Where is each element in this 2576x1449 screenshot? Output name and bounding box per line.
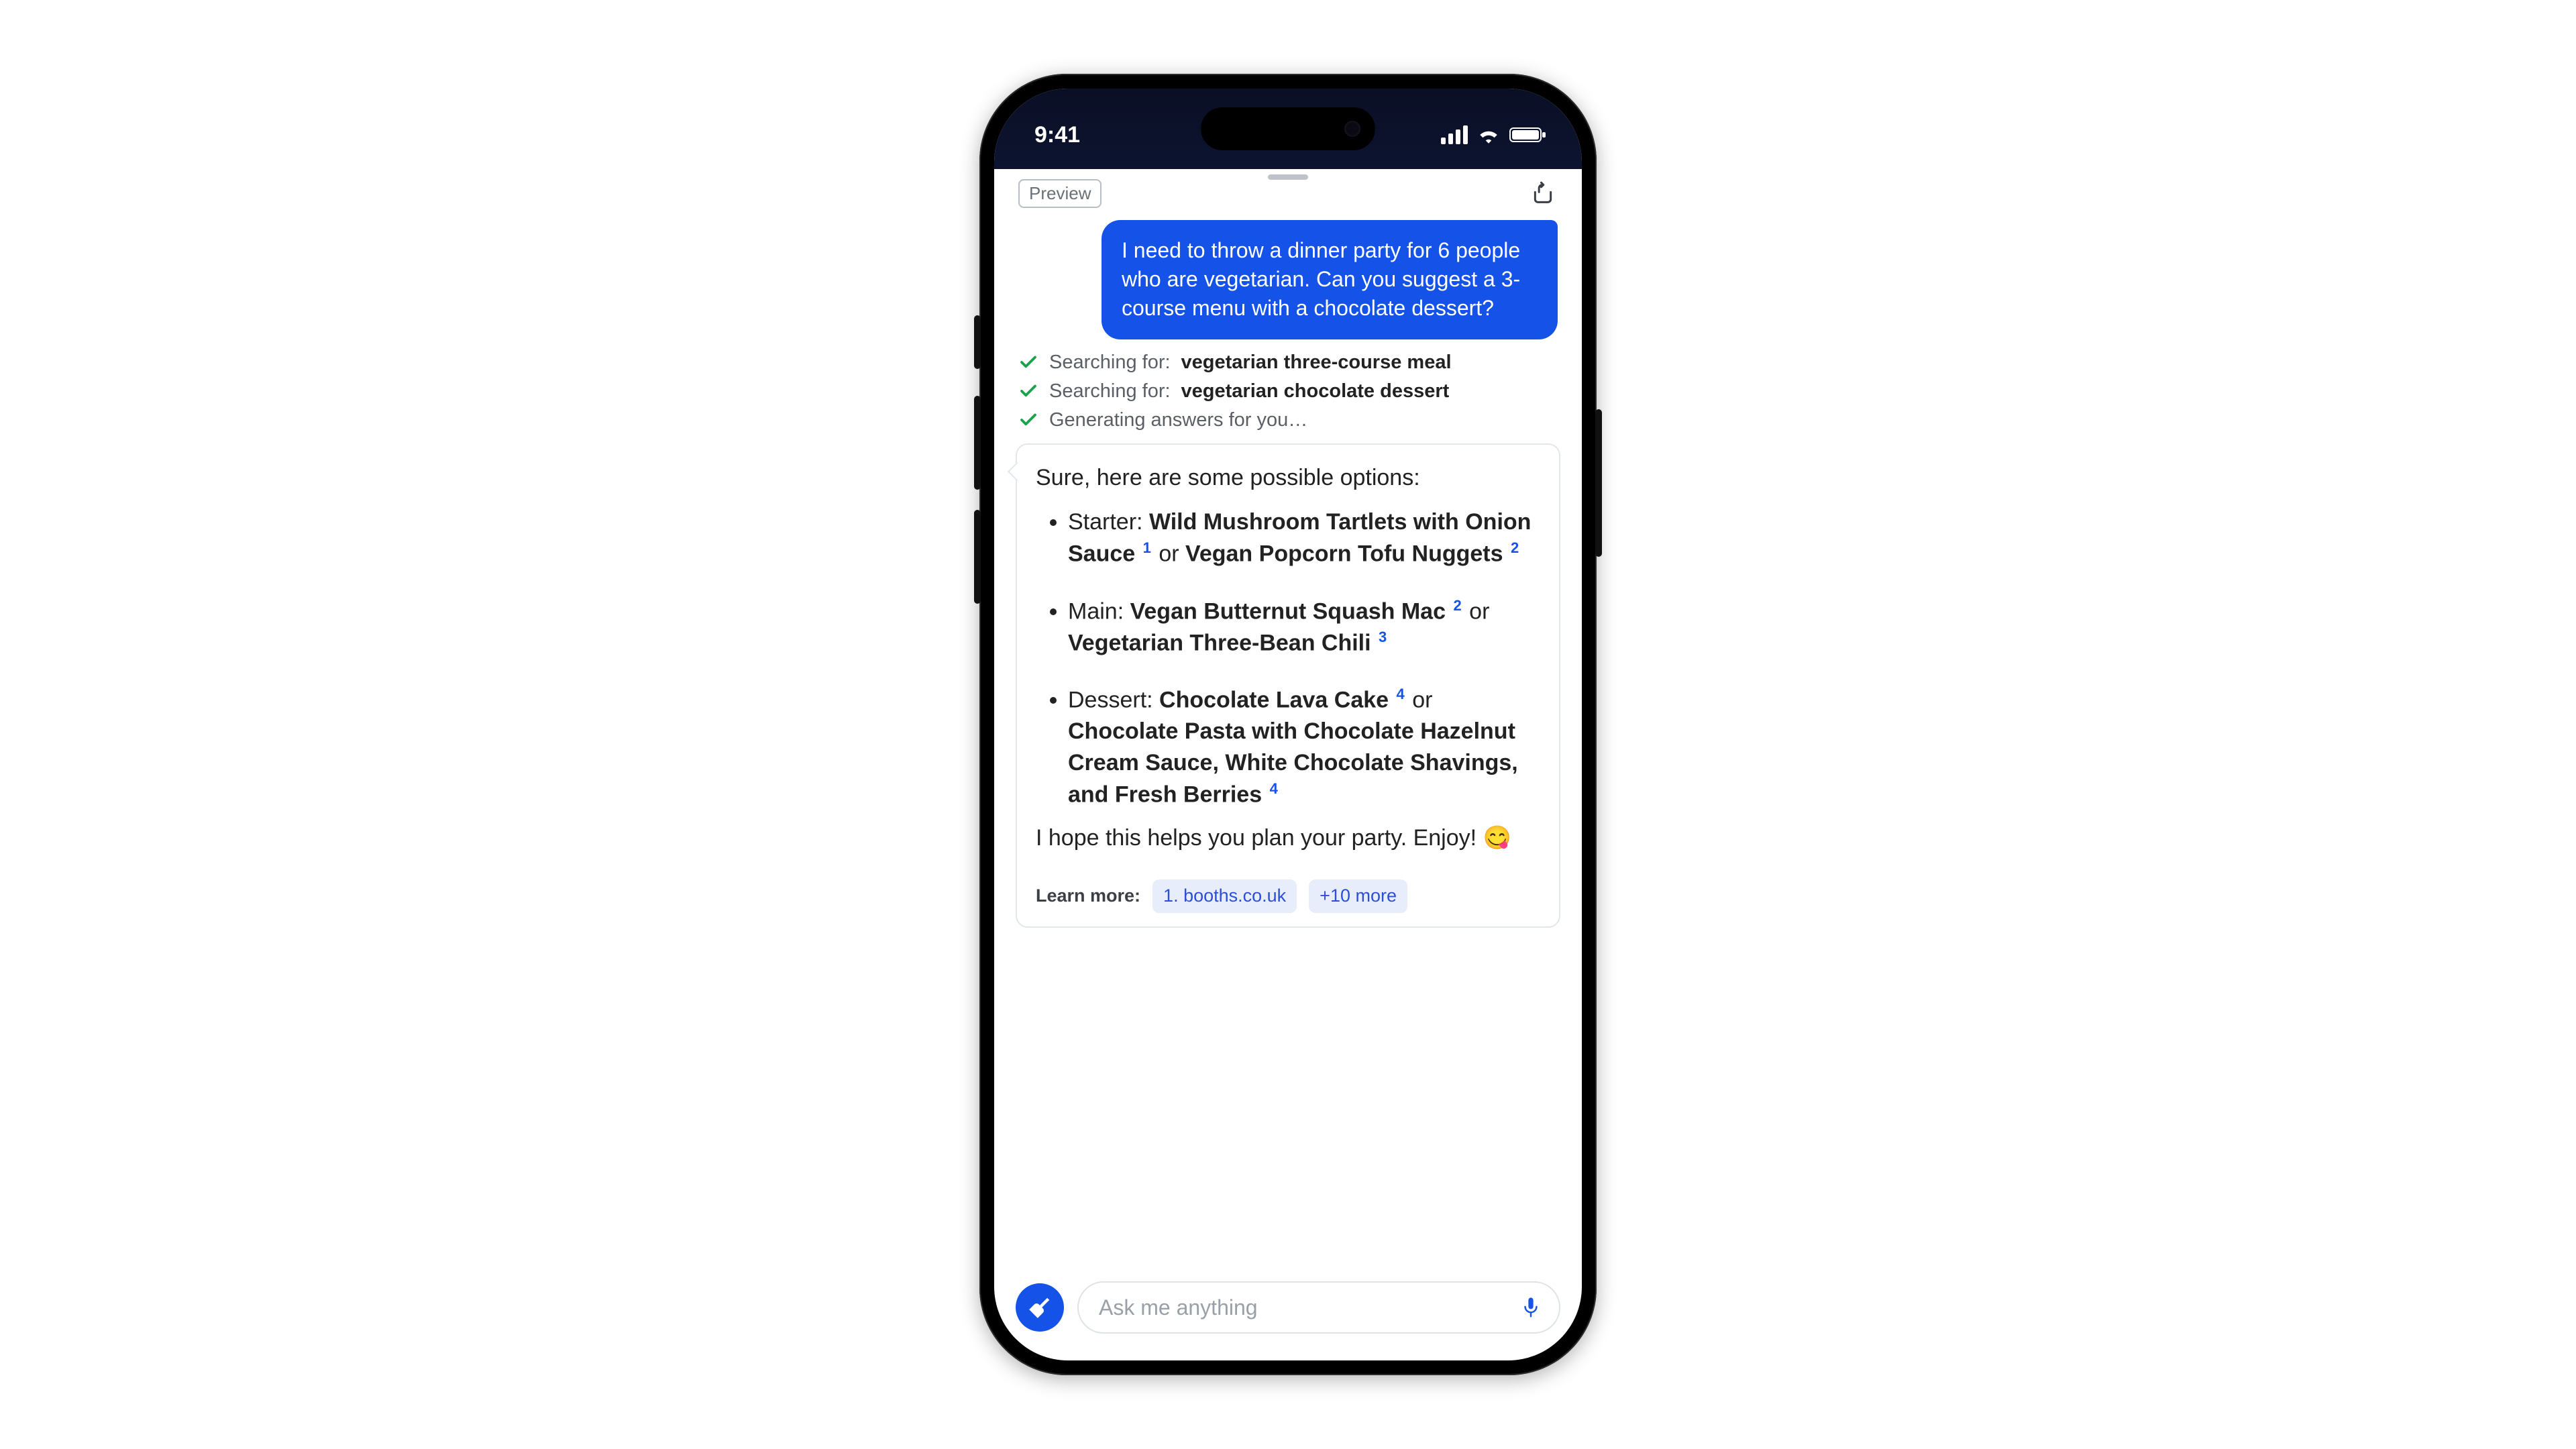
new-topic-button[interactable]	[1016, 1283, 1064, 1332]
citation-link[interactable]: 2	[1452, 597, 1462, 614]
option-1: Chocolate Lava Cake	[1159, 687, 1389, 712]
citation-link[interactable]: 2	[1509, 539, 1520, 556]
step-term: vegetarian chocolate dessert	[1181, 380, 1450, 402]
dynamic-island	[1201, 107, 1375, 150]
answer-intro: Sure, here are some possible options:	[1036, 462, 1540, 494]
cellular-icon	[1441, 125, 1468, 144]
mic-icon	[1521, 1296, 1541, 1319]
phone-side-button	[974, 510, 981, 604]
share-button[interactable]	[1528, 178, 1558, 208]
share-icon	[1529, 180, 1556, 207]
screen: 9:41 Preview	[994, 89, 1582, 1360]
citation-link[interactable]: 3	[1377, 629, 1388, 645]
step-row: Searching for: vegetarian three-course m…	[1018, 352, 1558, 374]
more-sources-chip[interactable]: +10 more	[1309, 879, 1407, 912]
answer-item-dessert: Dessert: Chocolate Lava Cake 4 or Chocol…	[1068, 684, 1540, 810]
phone-side-button	[1595, 409, 1602, 557]
course-label: Main:	[1068, 598, 1124, 624]
step-row: Searching for: vegetarian chocolate dess…	[1018, 380, 1558, 402]
status-time: 9:41	[1034, 122, 1080, 148]
conj: or	[1412, 687, 1432, 712]
broom-icon	[1027, 1295, 1053, 1320]
step-prefix: Searching for:	[1049, 380, 1171, 402]
conj: or	[1469, 598, 1489, 624]
drag-handle[interactable]	[1268, 174, 1308, 180]
wifi-icon	[1477, 126, 1500, 144]
learn-more-row: Learn more: 1. booths.co.uk +10 more	[1036, 867, 1540, 912]
phone-frame: 9:41 Preview	[979, 74, 1597, 1375]
conj: or	[1159, 541, 1179, 567]
mic-button[interactable]	[1517, 1294, 1544, 1321]
user-message-row: I need to throw a dinner party for 6 peo…	[994, 220, 1582, 339]
option-2: Vegetarian Three-Bean Chili	[1068, 630, 1371, 655]
check-icon	[1018, 381, 1038, 401]
input-bar	[994, 1271, 1582, 1360]
course-label: Dessert:	[1068, 687, 1153, 712]
learn-more-label: Learn more:	[1036, 883, 1140, 908]
battery-icon	[1509, 126, 1547, 144]
option-1: Vegan Butternut Squash Mac	[1130, 598, 1446, 624]
option-2: Vegan Popcorn Tofu Nuggets	[1185, 541, 1503, 567]
phone-side-button	[974, 315, 981, 369]
step-prefix: Searching for:	[1049, 352, 1171, 374]
chat-area: I need to throw a dinner party for 6 peo…	[994, 215, 1582, 1271]
answer-closing: I hope this helps you plan your party. E…	[1036, 822, 1540, 854]
course-label: Starter:	[1068, 509, 1142, 535]
bubble-tail	[1008, 462, 1026, 480]
ask-input-container[interactable]	[1077, 1281, 1560, 1334]
assistant-answer: Sure, here are some possible options: St…	[1016, 443, 1560, 928]
step-row: Generating answers for you…	[1018, 409, 1558, 431]
status-indicators	[1441, 125, 1547, 144]
citation-link[interactable]: 4	[1395, 686, 1406, 702]
user-message-bubble: I need to throw a dinner party for 6 peo…	[1102, 220, 1558, 339]
answer-list: Starter: Wild Mushroom Tartlets with Oni…	[1036, 506, 1540, 810]
check-icon	[1018, 352, 1038, 372]
phone-side-button	[974, 396, 981, 490]
answer-item-main: Main: Vegan Butternut Squash Mac 2 or Ve…	[1068, 596, 1540, 659]
answer-item-starter: Starter: Wild Mushroom Tartlets with Oni…	[1068, 506, 1540, 570]
search-steps: Searching for: vegetarian three-course m…	[994, 352, 1582, 431]
option-2: Chocolate Pasta with Chocolate Hazelnut …	[1068, 718, 1518, 807]
citation-link[interactable]: 4	[1269, 780, 1279, 797]
check-icon	[1018, 410, 1038, 430]
citation-link[interactable]: 1	[1142, 539, 1152, 556]
step-term: vegetarian three-course meal	[1181, 352, 1452, 374]
source-chip[interactable]: 1. booths.co.uk	[1152, 879, 1297, 912]
ask-input[interactable]	[1099, 1295, 1517, 1320]
step-prefix: Generating answers for you…	[1049, 409, 1307, 431]
preview-badge: Preview	[1018, 179, 1102, 208]
